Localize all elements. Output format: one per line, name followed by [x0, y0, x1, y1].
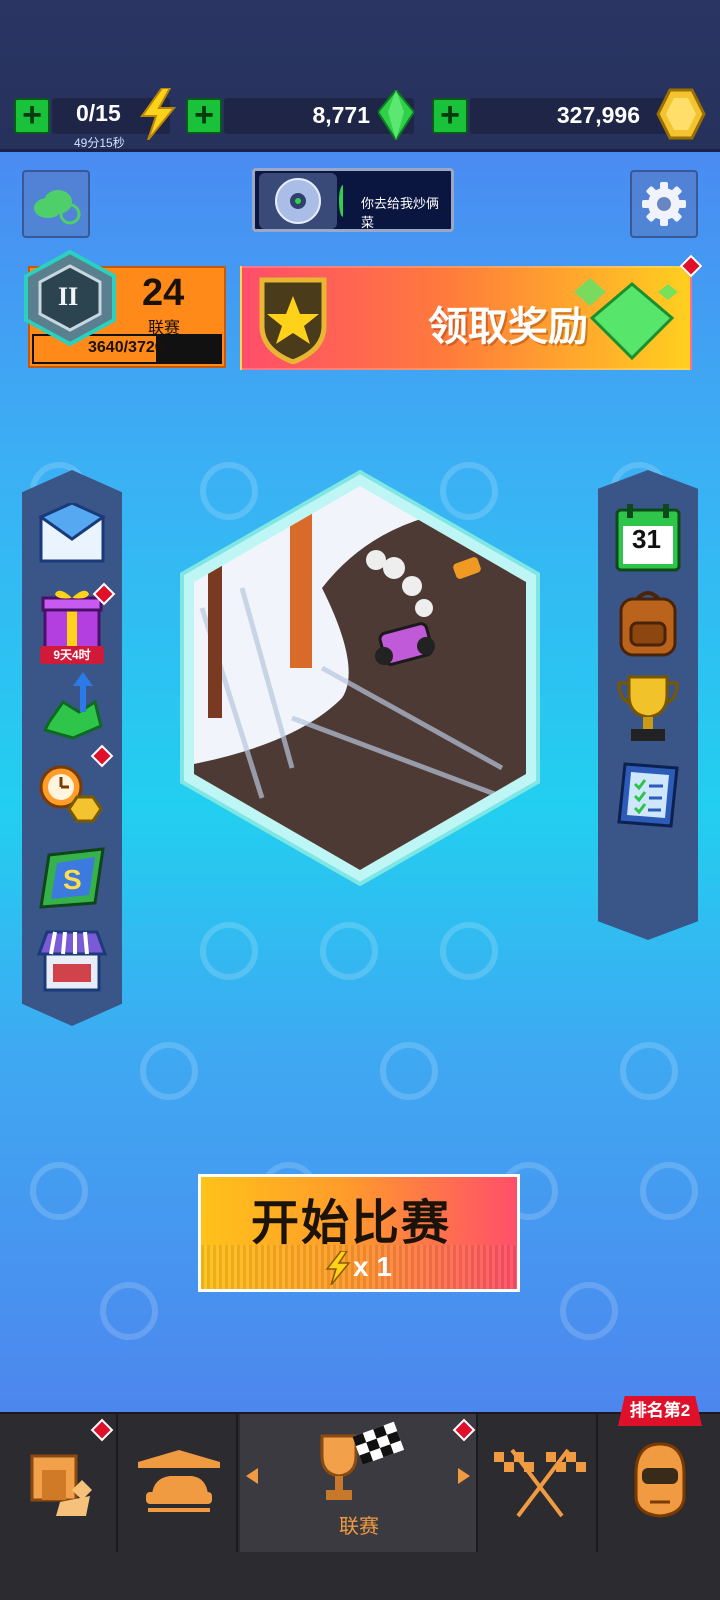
calendar-day: 31: [632, 524, 661, 554]
system-nav-area: [0, 1552, 720, 1600]
nav-league-label: 联赛: [339, 1516, 379, 1538]
lightning-icon: [325, 1251, 351, 1285]
league-rank-roman: II: [58, 282, 79, 311]
chevron-left-icon[interactable]: [246, 1468, 260, 1484]
start-race-cost: x 1: [353, 1251, 392, 1282]
energy-value: 0/15: [76, 100, 121, 126]
gems-value: 8,771: [312, 102, 370, 128]
rank-badge: 排名第2: [618, 1396, 702, 1426]
start-race-label: 开始比赛: [251, 1197, 452, 1250]
parts-box-icon: [30, 1454, 92, 1516]
clock-coins-icon: [39, 765, 103, 823]
energy-timer: 49分15秒: [74, 136, 125, 150]
helmet-icon: [634, 1442, 686, 1518]
gem-boost-button[interactable]: [22, 666, 122, 748]
envelope-icon: [37, 503, 107, 563]
svg-text:S: S: [63, 864, 82, 895]
shop-stall-icon: [37, 930, 107, 992]
player-avatar-icon: [259, 173, 337, 229]
chat-preview[interactable]: 你去给我炒俩菜: [252, 168, 454, 232]
claim-reward-label: 领取奖励: [428, 305, 588, 349]
checklist-icon: [617, 762, 679, 828]
nav-profile[interactable]: 排名第2: [600, 1396, 718, 1554]
car-garage-icon: [138, 1450, 220, 1512]
lightning-icon: [140, 88, 177, 140]
chat-message: 你去给我炒俩菜: [361, 196, 440, 230]
trophy-flag-icon: [320, 1421, 405, 1500]
start-race-button[interactable]: 开始比赛 x 1: [198, 1174, 520, 1292]
season-pass-icon: S: [39, 847, 105, 909]
nav-cars[interactable]: [120, 1414, 238, 1554]
claim-reward-banner[interactable]: 领取奖励: [240, 266, 692, 370]
chevron-right-icon[interactable]: [456, 1468, 470, 1484]
mail-button[interactable]: [22, 494, 122, 576]
coins-value: 327,996: [556, 102, 640, 128]
gear-icon: [642, 182, 686, 226]
left-menu: 9天4时 S: [22, 470, 122, 1026]
gem-pile-icon: [574, 278, 678, 361]
star-shield-icon: [259, 277, 327, 364]
checkered-flags-icon: [494, 1448, 586, 1518]
cloud-sync-icon: [34, 190, 81, 225]
trophy-icon: [617, 675, 679, 741]
missions-button[interactable]: [598, 754, 698, 836]
track-preview: [180, 469, 540, 887]
top-resource-bar: + 0/15 49分15秒 + 8,771 + 327,996: [0, 0, 720, 152]
shop-button[interactable]: [22, 920, 122, 1002]
nav-races[interactable]: [480, 1414, 598, 1554]
cloud-sync-button[interactable]: [22, 170, 90, 238]
add-gems-button[interactable]: +: [186, 98, 222, 134]
coin-icon: [656, 88, 706, 140]
gift-timer: 9天4时: [40, 646, 104, 664]
status-arc: [339, 185, 347, 217]
settings-button[interactable]: [630, 170, 698, 238]
trophy-button[interactable]: [598, 668, 698, 750]
backpack-button[interactable]: [598, 582, 698, 664]
background-pattern: [0, 1042, 720, 1102]
gem-upgrade-icon: [42, 672, 103, 740]
season-pass-button[interactable]: S: [22, 836, 122, 918]
add-coins-button[interactable]: +: [432, 98, 468, 134]
gem-icon: [378, 90, 414, 140]
backpack-icon: [619, 591, 677, 657]
nav-league-tab[interactable]: 联赛: [240, 1414, 478, 1554]
right-menu: 31: [598, 470, 698, 940]
add-energy-button[interactable]: +: [14, 98, 50, 134]
league-level: 24: [142, 272, 185, 314]
